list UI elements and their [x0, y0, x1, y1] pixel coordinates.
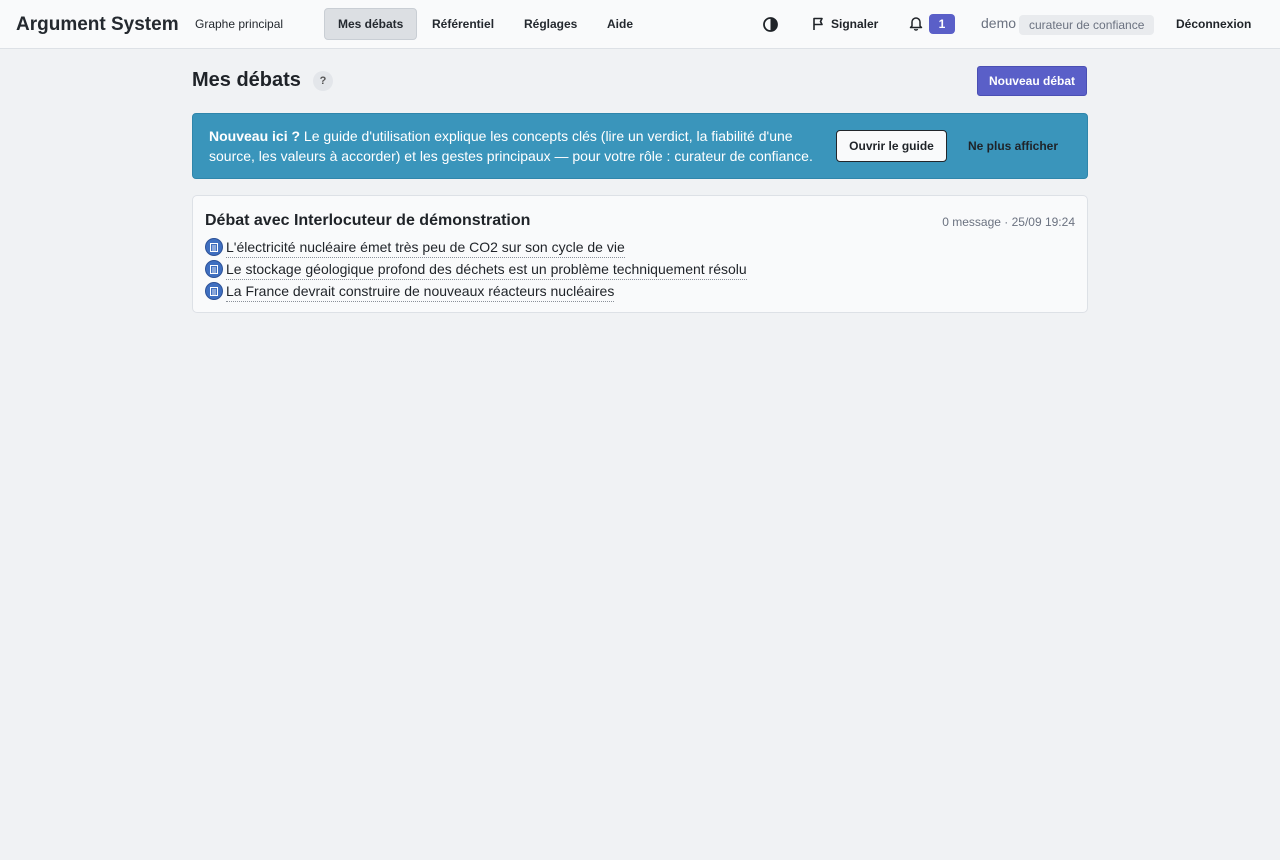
contrast-icon: [763, 17, 778, 32]
document-icon: [205, 282, 223, 300]
claim-link[interactable]: Le stockage géologique profond des déche…: [226, 259, 747, 280]
nav-aide[interactable]: Aide: [594, 8, 646, 40]
debate-title[interactable]: Débat avec Interlocuteur de démonstratio…: [205, 212, 530, 230]
nav-graphe-principal[interactable]: Graphe principal: [182, 8, 296, 40]
nav-mes-debats[interactable]: Mes débats: [324, 8, 418, 40]
user-role-badge: curateur de confiance: [1019, 15, 1155, 35]
notification-count-badge: 1: [929, 14, 955, 34]
document-icon: [205, 260, 223, 278]
page-title: Mes débats: [192, 69, 301, 91]
nav-referentiel[interactable]: Référentiel: [419, 8, 507, 40]
new-debate-button[interactable]: Nouveau débat: [977, 66, 1087, 96]
claim-link[interactable]: L'électricité nucléaire émet très peu de…: [226, 237, 625, 258]
app-brand[interactable]: Argument System: [16, 14, 179, 36]
dismiss-banner-button[interactable]: Ne plus afficher: [955, 130, 1071, 162]
debate-meta: 0 message · 25/09 19:24: [942, 215, 1075, 229]
help-icon[interactable]: ?: [313, 71, 333, 91]
report-button-label: Signaler: [831, 17, 879, 31]
document-icon: [205, 238, 223, 256]
onboarding-banner: Nouveau ici ? Le guide d'utilisation exp…: [192, 113, 1088, 179]
claim-link[interactable]: La France devrait construire de nouveaux…: [226, 281, 615, 302]
open-guide-button[interactable]: Ouvrir le guide: [836, 130, 947, 162]
debate-card[interactable]: Débat avec Interlocuteur de démonstratio…: [192, 195, 1088, 313]
banner-text: Nouveau ici ? Le guide d'utilisation exp…: [209, 126, 821, 166]
user-name: demo: [981, 15, 1017, 31]
flag-icon: [813, 17, 823, 30]
report-button[interactable]: Signaler: [804, 8, 886, 40]
logout-button[interactable]: Déconnexion: [1166, 8, 1261, 40]
contrast-toggle-button[interactable]: [760, 14, 781, 35]
banner-lead: Nouveau ici ?: [209, 128, 301, 144]
nav-reglages[interactable]: Réglages: [511, 8, 590, 40]
top-bar: Argument System Graphe principal Mes déb…: [0, 0, 1280, 49]
bell-icon: [909, 17, 923, 31]
banner-body: Le guide d'utilisation explique les conc…: [209, 128, 813, 164]
